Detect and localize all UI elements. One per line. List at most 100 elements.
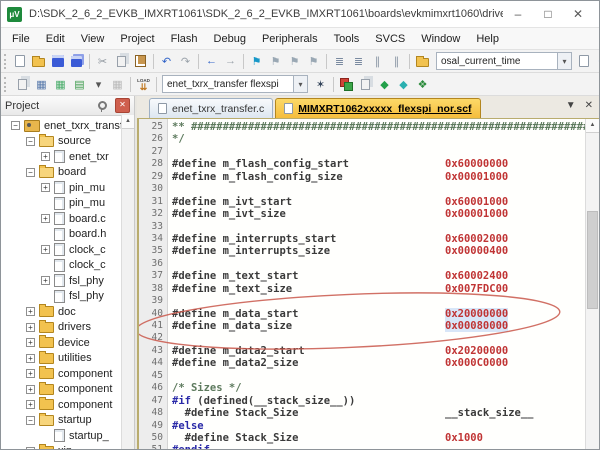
tab-list-dropdown-icon[interactable]: ▼	[566, 100, 576, 111]
tree-item-pin-mu[interactable]: pin_mu	[1, 196, 134, 212]
search-combo-dropdown-icon[interactable]: ▾	[558, 52, 572, 70]
tree-item-fsl-phy[interactable]: fsl_phy	[1, 289, 134, 305]
menu-item-svcs[interactable]: SVCS	[367, 31, 413, 47]
code-line-25[interactable]: 25** ###################################…	[139, 121, 586, 133]
bookmark-toggle-icon[interactable]: ⚑	[247, 52, 266, 70]
tree-item-board-c[interactable]: +board.c	[1, 211, 134, 227]
code-line-49[interactable]: 49#else	[139, 420, 586, 432]
menu-item-peripherals[interactable]: Peripherals	[254, 31, 326, 47]
find-in-files-icon[interactable]	[574, 52, 593, 70]
tree-item-doc[interactable]: +doc	[1, 304, 134, 320]
rebuild-all-icon[interactable]: ▦	[51, 75, 70, 93]
tree-item-startup-[interactable]: startup_	[1, 428, 134, 444]
code-line-33[interactable]: 33	[139, 221, 586, 233]
bookmark-previous-icon[interactable]: ⚑	[266, 52, 285, 70]
copy-icon[interactable]	[112, 52, 131, 70]
code-line-41[interactable]: 41#define m_data_size0x00080000	[139, 320, 586, 332]
tree-item-startup[interactable]: −startup	[1, 413, 134, 429]
tree-item-component[interactable]: +component	[1, 366, 134, 382]
tab-close-icon[interactable]: ✕	[585, 100, 593, 111]
expand-icon[interactable]: +	[41, 245, 50, 254]
open-file-icon[interactable]	[29, 52, 48, 70]
paste-icon[interactable]	[131, 52, 150, 70]
menu-item-project[interactable]: Project	[112, 31, 162, 47]
code-line-29[interactable]: 29#define m_flash_config_size0x00001000	[139, 171, 586, 183]
code-line-34[interactable]: 34#define m_interrupts_start0x60002000	[139, 233, 586, 245]
tree-item-pin-mu[interactable]: +pin_mu	[1, 180, 134, 196]
stop-build-icon[interactable]: ▦	[108, 75, 127, 93]
minimize-button[interactable]: –	[503, 7, 533, 21]
toolbar-grip[interactable]	[4, 54, 6, 69]
code-line-43[interactable]: 43#define m_data2_start0x20200000	[139, 345, 586, 357]
translate-file-icon[interactable]	[13, 75, 32, 93]
navigate-back-icon[interactable]: ←	[202, 52, 221, 70]
menu-item-debug[interactable]: Debug	[206, 31, 254, 47]
batch-build-icon[interactable]: ▤	[70, 75, 89, 93]
code-line-50[interactable]: 50 #define Stack_Size0x1000	[139, 432, 586, 444]
pin-icon[interactable]	[98, 101, 107, 110]
expand-icon[interactable]: +	[26, 447, 35, 449]
tree-item-board-h[interactable]: board.h	[1, 227, 134, 243]
scroll-up-icon[interactable]: ▲	[122, 115, 134, 129]
build-icon[interactable]: ▦	[32, 75, 51, 93]
scroll-up-icon[interactable]: ▲	[586, 119, 599, 133]
indent-icon[interactable]: ≣	[330, 52, 349, 70]
options-for-target-icon[interactable]: ✶	[311, 75, 330, 93]
expand-icon[interactable]: +	[41, 183, 50, 192]
tree-item-component[interactable]: +component	[1, 382, 134, 398]
maximize-button[interactable]: □	[533, 7, 563, 21]
code-line-40[interactable]: 40#define m_data_start0x20000000	[139, 308, 586, 320]
code-line-42[interactable]: 42	[139, 332, 586, 344]
code-line-31[interactable]: 31#define m_ivt_start0x60001000	[139, 196, 586, 208]
new-file-icon[interactable]	[10, 52, 29, 70]
editor-scrollbar[interactable]: ▲	[585, 119, 599, 449]
undo-icon[interactable]: ↶	[157, 52, 176, 70]
menu-item-flash[interactable]: Flash	[163, 31, 206, 47]
expand-icon[interactable]: +	[41, 152, 50, 161]
menu-item-help[interactable]: Help	[468, 31, 507, 47]
expand-icon[interactable]: +	[26, 307, 35, 316]
code-line-37[interactable]: 37#define m_text_start0x60002400	[139, 270, 586, 282]
tab-mimxrt1062-flexspi-nor-scf[interactable]: MIMXRT1062xxxxx_flexspi_nor.scf	[275, 98, 480, 118]
collapse-icon[interactable]: −	[26, 416, 35, 425]
outdent-icon[interactable]: ≣	[349, 52, 368, 70]
menu-item-file[interactable]: File	[4, 31, 38, 47]
project-tree-scrollbar[interactable]: ▲	[121, 115, 134, 449]
collapse-icon[interactable]: −	[26, 137, 35, 146]
collapse-icon[interactable]: −	[26, 168, 35, 177]
bookmark-clear-all-icon[interactable]: ⚑	[304, 52, 323, 70]
code-line-28[interactable]: 28#define m_flash_config_start0x60000000	[139, 158, 586, 170]
pack-installer-icon[interactable]: ❖	[413, 75, 432, 93]
tree-item-fsl-phy[interactable]: +fsl_phy	[1, 273, 134, 289]
menu-item-view[interactable]: View	[73, 31, 113, 47]
tree-item-source[interactable]: −source	[1, 134, 134, 150]
scrollbar-thumb[interactable]	[587, 211, 598, 309]
menu-item-window[interactable]: Window	[413, 31, 468, 47]
download-icon[interactable]: LOAD⇊	[134, 75, 153, 93]
batch-build-dropdown-icon[interactable]: ▾	[89, 75, 108, 93]
incremental-find-icon[interactable]: ✦	[593, 52, 600, 70]
edit-find-icon[interactable]	[413, 52, 432, 70]
tree-item-xip[interactable]: +xip	[1, 444, 134, 450]
manage-project-items-icon[interactable]	[356, 75, 375, 93]
code-line-27[interactable]: 27	[139, 146, 586, 158]
code-editor[interactable]: 25** ###################################…	[137, 118, 599, 449]
code-line-38[interactable]: 38#define m_text_size0x007FDC00	[139, 283, 586, 295]
expand-icon[interactable]: +	[41, 214, 50, 223]
code-line-51[interactable]: 51#endif	[139, 444, 586, 449]
redo-icon[interactable]: ↷	[176, 52, 195, 70]
project-panel-close-icon[interactable]: ✕	[115, 98, 130, 113]
tree-item-board[interactable]: −board	[1, 165, 134, 181]
target-combo-dropdown-icon[interactable]: ▾	[294, 75, 308, 93]
expand-icon[interactable]: +	[41, 276, 50, 285]
expand-icon[interactable]: +	[26, 338, 35, 347]
manage-rte-icon[interactable]	[337, 75, 356, 93]
expand-icon[interactable]: +	[26, 323, 35, 332]
expand-icon[interactable]: +	[26, 385, 35, 394]
save-icon[interactable]	[48, 52, 67, 70]
expand-icon[interactable]: +	[26, 354, 35, 363]
target-select-combo[interactable]: enet_txrx_transfer flexspi	[162, 75, 294, 93]
save-all-icon[interactable]	[67, 52, 86, 70]
tree-item-enet-txrx-transf[interactable]: −enet_txrx_transf	[1, 118, 134, 134]
navigate-forward-icon[interactable]: →	[221, 52, 240, 70]
